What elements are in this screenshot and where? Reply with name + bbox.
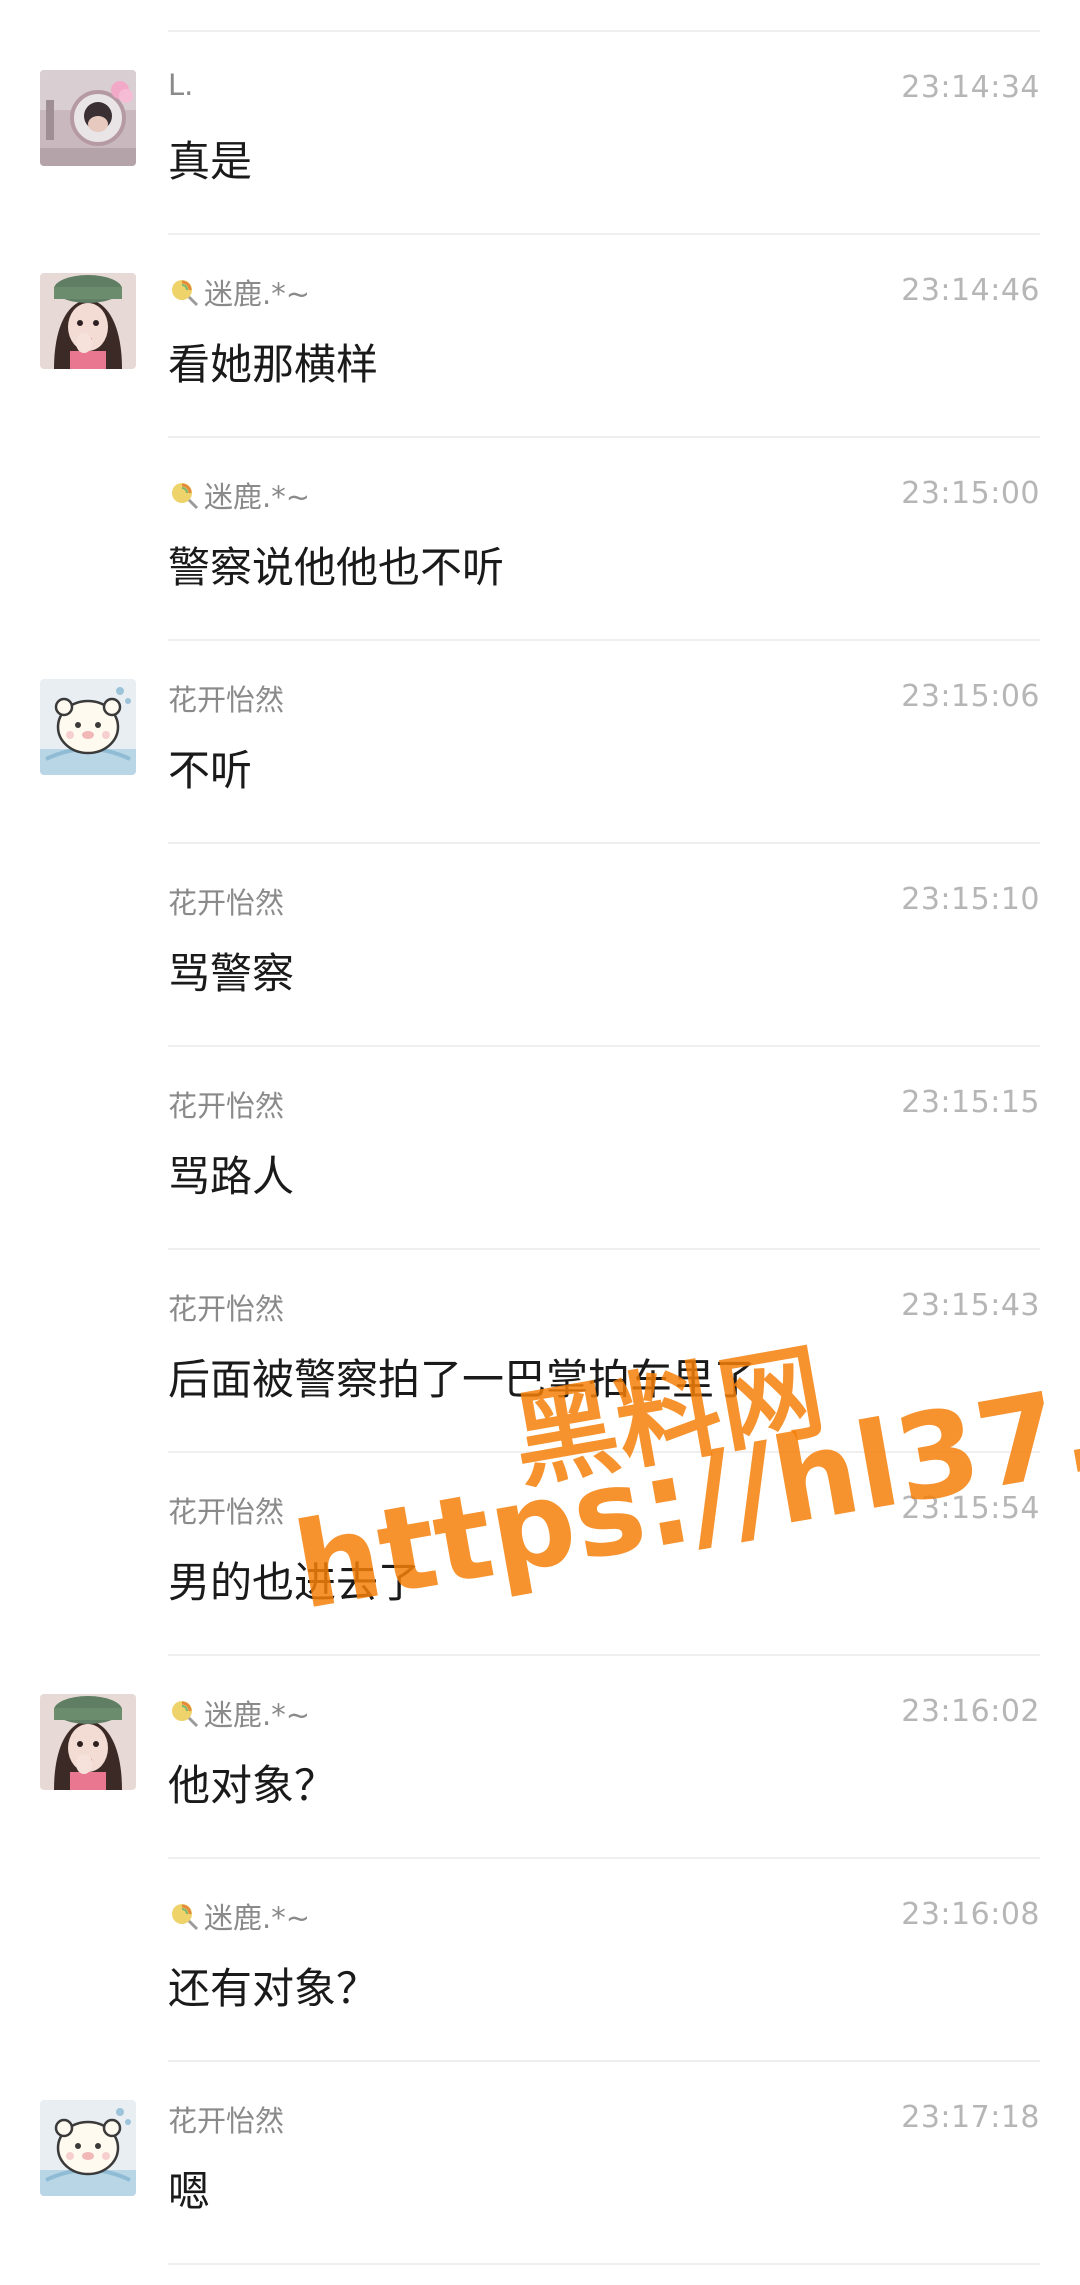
chat-message[interactable]: 花开怡然 23:15:54 男的也进去了 [0, 1453, 1080, 1656]
sender-name: 花开怡然 [168, 880, 284, 922]
avatar-cartoon-bear-image [40, 2100, 136, 2196]
message-time: 23:15:43 [901, 1288, 1040, 1323]
message-time: 23:16:08 [901, 1897, 1040, 1932]
message-text: 真是 [168, 137, 253, 186]
message-text: 骂路人 [168, 1152, 295, 1201]
sender-name-text: L. [168, 68, 194, 102]
message-time: 23:15:00 [901, 476, 1040, 511]
avatar[interactable] [40, 70, 136, 166]
message-time: 23:16:02 [901, 1694, 1040, 1729]
message-text: 不听 [168, 746, 253, 795]
sender-name-text: 迷鹿.*~ [204, 1698, 311, 1732]
chat-message[interactable]: 花开怡然 23:17:18 嗯 [0, 2062, 1080, 2265]
message-text: 还有对象？ [168, 1964, 379, 2013]
chat-message[interactable]: 花开怡然 23:15:06 不听 [0, 641, 1080, 844]
avatar[interactable] [40, 273, 136, 369]
chat-message[interactable]: 迷鹿.*~ 23:16:02 他对象？ [0, 1656, 1080, 1859]
chat-message[interactable]: 迷鹿.*~ 23:14:46 看她那横样 [0, 235, 1080, 438]
sender-name: 花开怡然 [168, 2098, 284, 2140]
message-text: 嗯 [168, 2167, 211, 2216]
message-time: 23:17:18 [901, 2100, 1040, 2135]
sender-name-text: 迷鹿.*~ [204, 1901, 311, 1935]
message-time: 23:15:54 [901, 1491, 1040, 1526]
message-time: 23:15:06 [901, 679, 1040, 714]
message-time: 23:14:46 [901, 273, 1040, 308]
sender-name-text: 花开怡然 [168, 886, 285, 920]
message-time: 23:14:34 [901, 70, 1040, 105]
avatar-girl-green-hat-image [40, 1694, 136, 1790]
avatar[interactable] [40, 2100, 136, 2196]
message-text: 后面被警察拍了一巴掌拍车里了 [168, 1355, 757, 1404]
message-text: 警察说他他也不听 [168, 543, 505, 592]
avatar-cartoon-bear-image [40, 679, 136, 775]
chat-message[interactable]: L. 23:14:34 真是 [0, 32, 1080, 235]
sender-name-text: 花开怡然 [168, 683, 285, 717]
sender-name-text: 花开怡然 [168, 1495, 285, 1529]
message-time: 23:15:10 [901, 882, 1040, 917]
message-time: 23:15:15 [901, 1085, 1040, 1120]
divider [168, 2263, 1040, 2265]
chat-message[interactable]: 迷鹿.*~ 23:15:00 警察说他他也不听 [0, 438, 1080, 641]
chat-message[interactable]: 花开怡然 23:15:43 后面被警察拍了一巴掌拍车里了 [0, 1250, 1080, 1453]
sender-name: 迷鹿.*~ [168, 1692, 310, 1734]
sender-name-text: 迷鹿.*~ [204, 480, 311, 514]
sender-name: 花开怡然 [168, 1286, 284, 1328]
lollipop-icon [168, 276, 200, 308]
lollipop-icon [168, 479, 200, 511]
sender-name-text: 迷鹿.*~ [204, 277, 311, 311]
sender-name: 花开怡然 [168, 677, 284, 719]
avatar[interactable] [40, 1694, 136, 1790]
message-text: 他对象？ [168, 1761, 337, 1810]
lollipop-icon [168, 1900, 200, 1932]
sender-name: L. [168, 68, 193, 102]
sender-name-text: 花开怡然 [168, 1089, 285, 1123]
message-text: 男的也进去了 [168, 1558, 421, 1607]
sender-name-text: 花开怡然 [168, 2104, 285, 2138]
chat-message[interactable]: 花开怡然 23:15:10 骂警察 [0, 844, 1080, 1047]
sender-name: 迷鹿.*~ [168, 1895, 310, 1937]
avatar[interactable] [40, 679, 136, 775]
message-text: 看她那横样 [168, 340, 379, 389]
sender-name: 花开怡然 [168, 1489, 284, 1531]
chat-message[interactable]: 迷鹿.*~ 23:16:08 还有对象？ [0, 1859, 1080, 2062]
message-text: 骂警察 [168, 949, 295, 998]
sender-name-text: 花开怡然 [168, 1292, 285, 1326]
avatar-girl-green-hat-image [40, 273, 136, 369]
avatar-girl-mirror-image [40, 70, 136, 166]
sender-name: 迷鹿.*~ [168, 474, 310, 516]
sender-name: 迷鹿.*~ [168, 271, 310, 313]
chat-message[interactable]: 花开怡然 23:15:15 骂路人 [0, 1047, 1080, 1250]
lollipop-icon [168, 1697, 200, 1729]
sender-name: 花开怡然 [168, 1083, 284, 1125]
